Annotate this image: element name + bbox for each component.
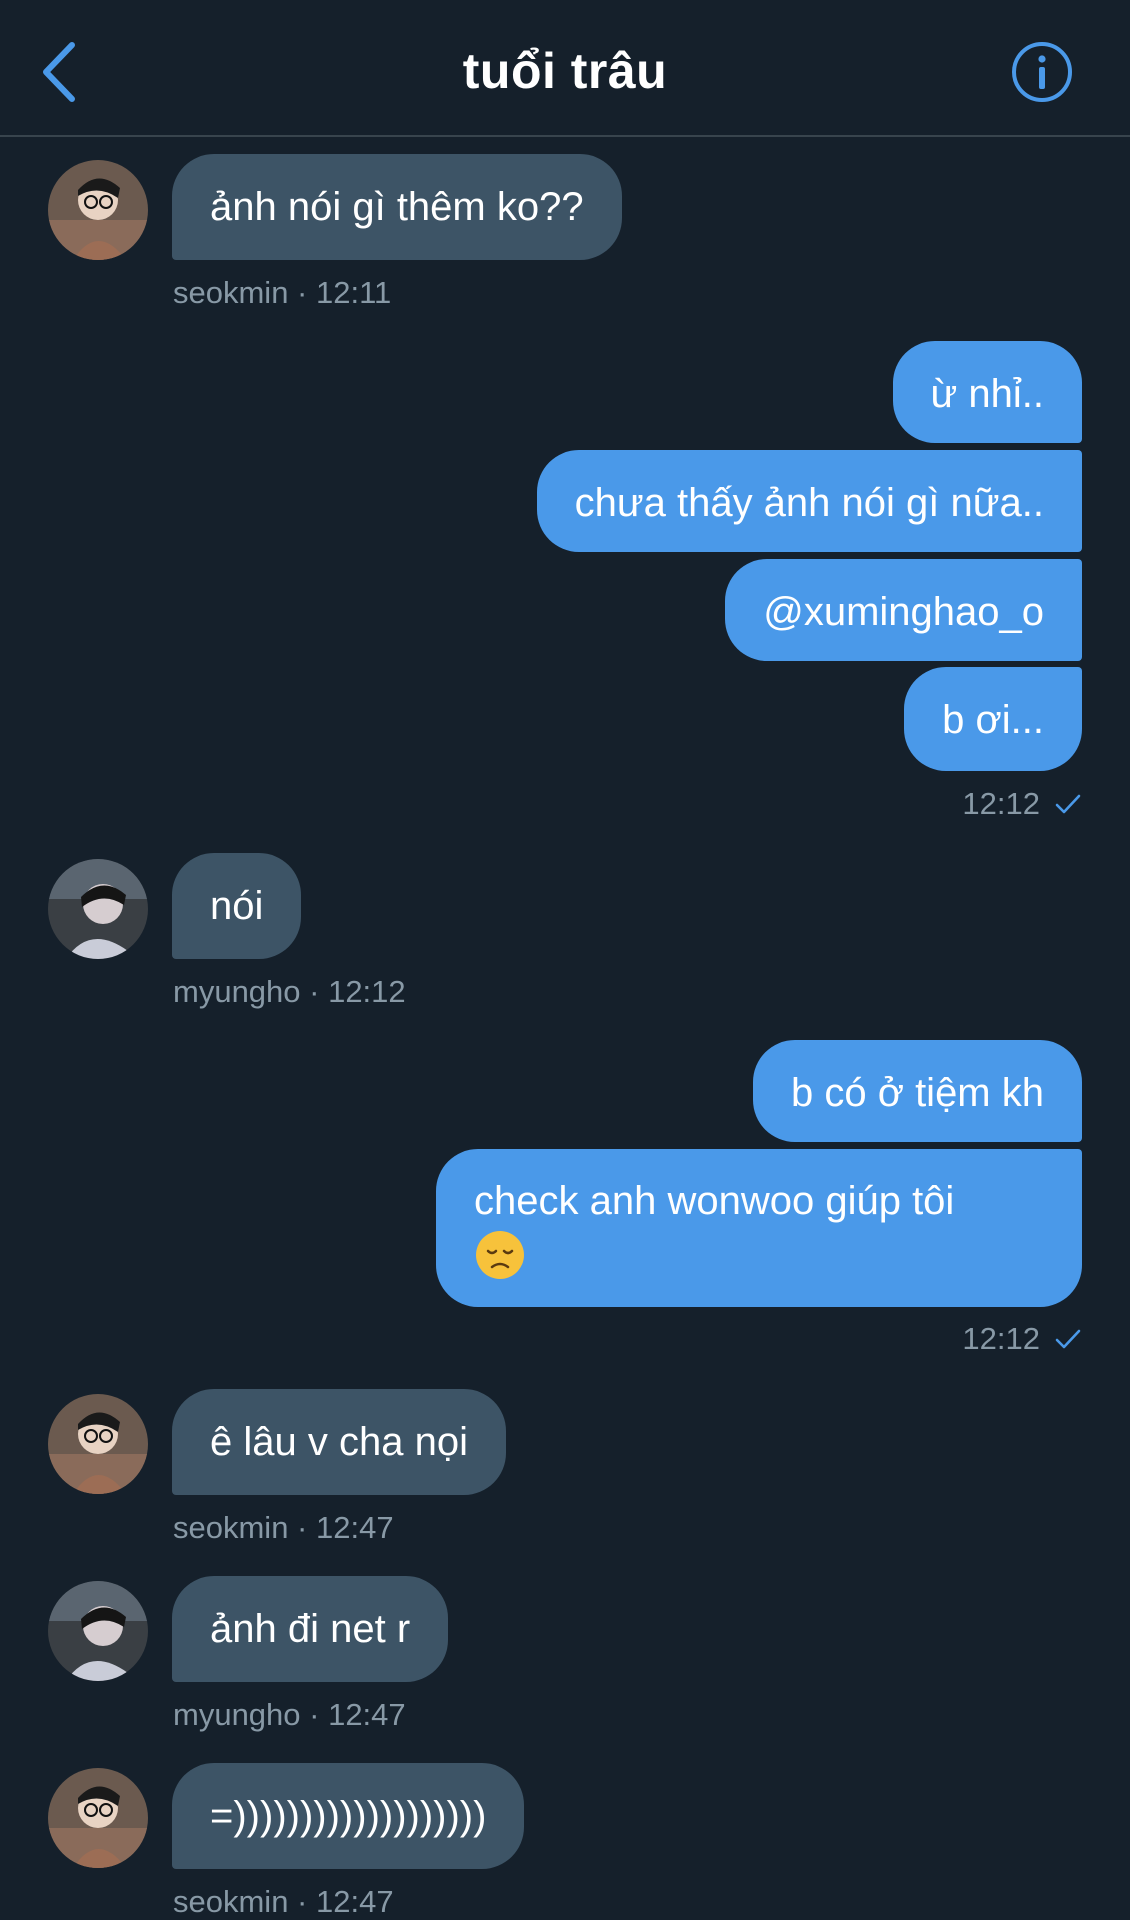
- message-bubble[interactable]: b ơi...: [904, 667, 1082, 771]
- message-meta: myungho · 12:12: [173, 974, 406, 1009]
- message-bubble[interactable]: chưa thấy ảnh nói gì nữa..: [536, 450, 1082, 552]
- info-button[interactable]: [1010, 40, 1074, 104]
- disappointed-face-emoji: [476, 1231, 524, 1280]
- message-time: 12:12: [962, 1321, 1040, 1356]
- message-bubble[interactable]: ê lâu v cha nọi: [172, 1389, 506, 1495]
- message-bubble[interactable]: ừ nhỉ..: [892, 341, 1082, 443]
- message-meta: 12:12: [962, 786, 1082, 822]
- message-bubble[interactable]: ảnh đi net r: [172, 1576, 449, 1682]
- conversation-header: tuổi trâu: [0, 0, 1130, 137]
- avatar-seokmin[interactable]: [48, 160, 148, 260]
- message-bubble[interactable]: ảnh nói gì thêm ko??: [172, 154, 622, 260]
- avatar-myungho[interactable]: [48, 1581, 148, 1681]
- info-circle-icon: [1012, 42, 1072, 102]
- message-bubble[interactable]: check anh wonwoo giúp tôi: [436, 1149, 1082, 1307]
- message-bubble[interactable]: b có ở tiệm kh: [753, 1040, 1082, 1142]
- message-meta: seokmin · 12:47: [173, 1510, 394, 1545]
- message-text: check anh wonwoo giúp tôi: [474, 1179, 955, 1223]
- message-meta: myungho · 12:47: [173, 1697, 406, 1732]
- message-meta: seokmin · 12:11: [173, 275, 392, 310]
- message-time: 12:12: [962, 786, 1040, 821]
- avatar-seokmin[interactable]: [48, 1394, 148, 1494]
- message-bubble[interactable]: =))))))))))))))))))): [172, 1763, 525, 1869]
- conversation-title: tuổi trâu: [462, 43, 668, 99]
- avatar-myungho[interactable]: [48, 859, 148, 959]
- sent-check-icon: [1055, 1329, 1081, 1349]
- message-meta: seokmin · 12:47: [173, 1884, 394, 1919]
- avatar-seokmin[interactable]: [48, 1768, 148, 1868]
- message-bubble[interactable]: @xuminghao_o: [725, 559, 1082, 661]
- message-meta: 12:12: [962, 1321, 1082, 1357]
- message-bubble[interactable]: nói: [172, 853, 302, 959]
- sent-check-icon: [1055, 794, 1081, 814]
